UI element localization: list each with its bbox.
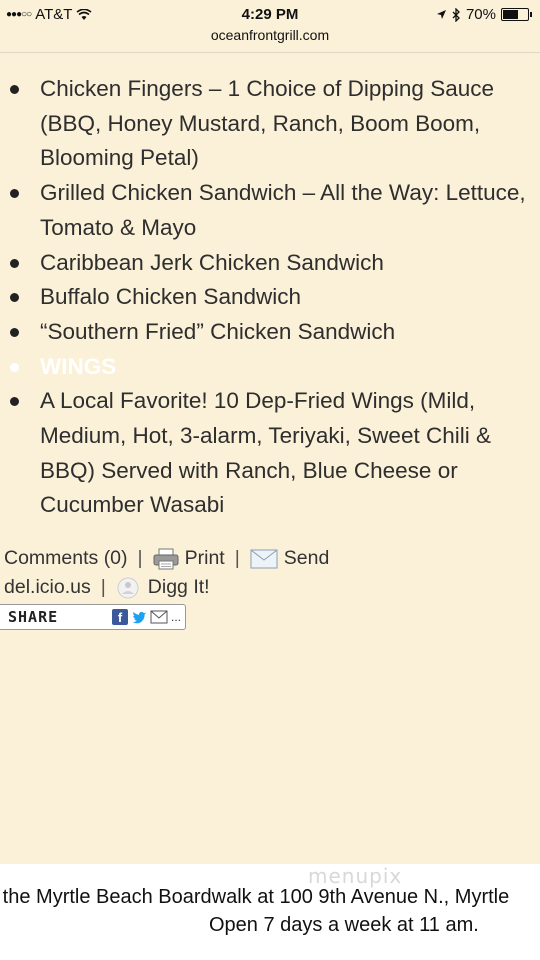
- menu-item-text: A Local Favorite! 10 Dep-Fried Wings (Mi…: [40, 388, 491, 518]
- menu-item-text: WINGS: [40, 353, 117, 379]
- menu-item: Caribbean Jerk Chicken Sandwich: [0, 246, 540, 281]
- bullet-icon: [10, 293, 19, 303]
- bluetooth-icon: [452, 7, 460, 22]
- menu-item-text: Buffalo Chicken Sandwich: [40, 284, 301, 310]
- footer-banner: menupix n the Myrtle Beach Boardwalk at …: [0, 864, 540, 960]
- menu-content: Chicken Fingers – 1 Choice of Dipping Sa…: [0, 72, 540, 523]
- separator: |: [100, 576, 106, 598]
- bullet-icon: [10, 189, 19, 199]
- menu-item: Buffalo Chicken Sandwich: [0, 280, 540, 315]
- menu-item: “Southern Fried” Chicken Sandwich: [0, 315, 540, 350]
- menu-item-text: “Southern Fried” Chicken Sandwich: [40, 318, 396, 344]
- separator: |: [137, 547, 143, 569]
- digg-icon[interactable]: [116, 576, 140, 600]
- digg-link[interactable]: Digg It!: [148, 573, 210, 602]
- location-arrow-icon: [436, 10, 446, 19]
- share-button[interactable]: SHARE f ...: [0, 604, 186, 630]
- watermark: menupix: [308, 864, 403, 888]
- bullet-icon: [10, 397, 19, 407]
- battery-tip: [530, 12, 532, 17]
- battery-icon: [501, 8, 529, 21]
- bullet-icon: [10, 362, 19, 372]
- article-links: Comments (0) | Print | Send del.icio.us …: [4, 544, 329, 602]
- menu-item-text: Chicken Fingers – 1 Choice of Dipping Sa…: [40, 76, 494, 171]
- bullet-icon: [10, 85, 19, 94]
- bullet-icon: [10, 258, 19, 268]
- comments-link[interactable]: Comments (0): [4, 544, 128, 573]
- battery-percent: 70%: [465, 6, 496, 23]
- share-label: SHARE: [8, 608, 59, 626]
- menu-item: Grilled Chicken Sandwich – All the Way: …: [0, 176, 540, 245]
- footer-address: n the Myrtle Beach Boardwalk at 100 9th …: [0, 886, 510, 908]
- menu-item-text: Caribbean Jerk Chicken Sandwich: [40, 249, 384, 275]
- menu-item: A Local Favorite! 10 Dep-Fried Wings (Mi…: [0, 384, 540, 523]
- delicious-link[interactable]: del.icio.us: [4, 573, 91, 602]
- print-link[interactable]: Print: [185, 544, 225, 573]
- menu-item-text: Grilled Chicken Sandwich – All the Way: …: [40, 180, 526, 240]
- twitter-icon[interactable]: [131, 609, 147, 625]
- menu-item: Chicken Fingers – 1 Choice of Dipping Sa…: [0, 72, 540, 176]
- facebook-icon[interactable]: f: [111, 609, 128, 625]
- menu-list: Chicken Fingers – 1 Choice of Dipping Sa…: [0, 72, 540, 523]
- email-icon[interactable]: [150, 610, 168, 624]
- footer-hours: Open 7 days a week at 11 am.: [209, 914, 479, 936]
- separator: |: [234, 547, 240, 569]
- envelope-icon[interactable]: [250, 549, 278, 569]
- menu-section-heading: WINGS: [0, 350, 540, 385]
- address-bar-url[interactable]: oceanfrontgrill.com: [0, 27, 540, 43]
- more-options[interactable]: ...: [171, 610, 181, 624]
- bullet-icon: [10, 327, 19, 337]
- send-link[interactable]: Send: [284, 544, 330, 573]
- printer-icon[interactable]: [153, 548, 179, 570]
- status-bar: ●●●○○ AT&T 4:29 PM 70% oceanfrontgrill.c…: [0, 0, 540, 53]
